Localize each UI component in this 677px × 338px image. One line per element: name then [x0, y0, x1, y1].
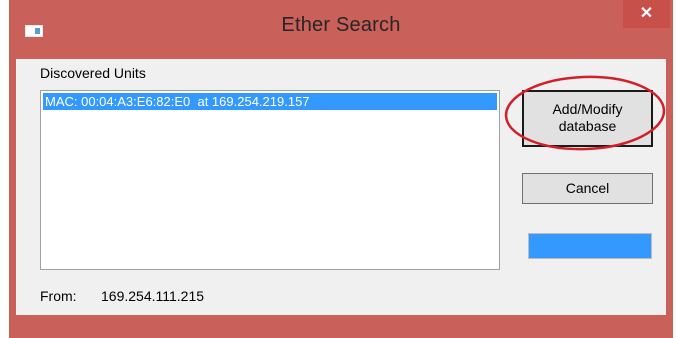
discovered-units-list[interactable]: MAC: 00:04:A3:E6:82:E0 at 169.254.219.15… — [40, 90, 500, 270]
close-icon: ✕ — [639, 5, 654, 22]
add-modify-database-button[interactable]: Add/Modify database — [522, 90, 653, 147]
from-label: From: — [40, 288, 77, 304]
from-value: 169.254.111.215 — [101, 288, 205, 304]
add-modify-label-line2: database — [558, 118, 617, 134]
close-button[interactable]: ✕ — [623, 0, 670, 28]
list-item[interactable]: MAC: 00:04:A3:E6:82:E0 at 169.254.219.15… — [43, 93, 497, 110]
window-title: Ether Search — [281, 14, 401, 36]
add-modify-label-line1: Add/Modify — [552, 101, 623, 117]
progress-bar — [528, 233, 652, 259]
discovered-units-label: Discovered Units — [40, 65, 146, 81]
cancel-button[interactable]: Cancel — [522, 173, 653, 204]
title-bar[interactable]: Ether Search ✕ — [9, 0, 673, 59]
